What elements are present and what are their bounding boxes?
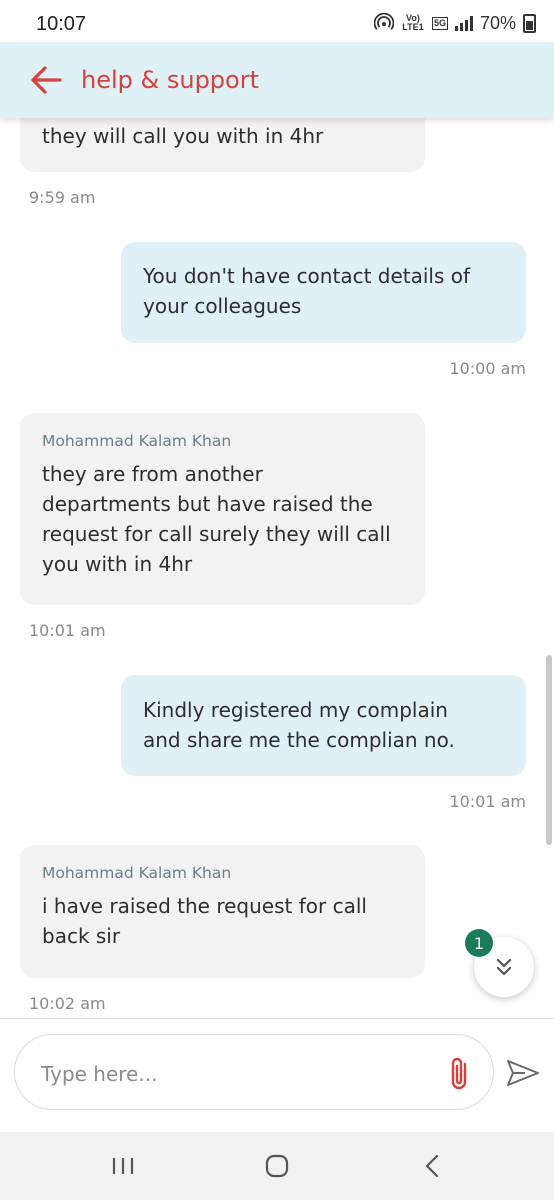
- message-text-line: departments but have raised the: [42, 492, 373, 516]
- outgoing-message: Kindly registered my complain and share …: [121, 675, 526, 776]
- paperclip-icon[interactable]: [445, 1055, 475, 1093]
- unread-badge: 1: [465, 929, 493, 957]
- hotspot-icon: [373, 13, 394, 30]
- message-time: 10:01 am: [449, 792, 526, 811]
- message-text: they will call you with in 4hr: [42, 124, 324, 148]
- battery-percent: 70%: [479, 12, 516, 33]
- message-time: 10:00 am: [449, 359, 526, 378]
- message-input[interactable]: [39, 1055, 423, 1093]
- chat-scrollbar[interactable]: [546, 655, 552, 845]
- message-input-box[interactable]: [14, 1034, 494, 1110]
- arrow-left-icon[interactable]: [28, 64, 64, 96]
- chat-thread[interactable]: they will call you with in 4hr 9:59 am Y…: [0, 118, 554, 1018]
- outgoing-message: You don't have contact details of your c…: [121, 242, 526, 343]
- message-text-line: request for call surely they will call: [42, 522, 391, 546]
- sender-name: Mohammad Kalam Khan: [42, 432, 232, 450]
- message-text-line: your colleagues: [143, 294, 302, 318]
- status-icons: Vo) LTE1 5G 70%: [373, 12, 536, 34]
- message-time: 9:59 am: [29, 188, 96, 207]
- sender-name: Mohammad Kalam Khan: [42, 864, 232, 882]
- home-icon[interactable]: [257, 1150, 297, 1182]
- back-chevron-icon[interactable]: [413, 1150, 453, 1182]
- message-time: 10:02 am: [29, 994, 106, 1013]
- battery-icon: [523, 13, 536, 33]
- signal-icon: [454, 15, 473, 31]
- page-title: help & support: [81, 66, 259, 94]
- message-text-line: Kindly registered my complain: [143, 698, 448, 722]
- message-time: 10:01 am: [29, 621, 106, 640]
- message-text-line: they are from another: [42, 462, 263, 486]
- double-chevron-down-icon: [496, 958, 512, 976]
- 5g-indicator: 5G: [431, 16, 448, 30]
- message-text-line: You don't have contact details of: [143, 264, 471, 288]
- incoming-message: Mohammad Kalam Khan they are from anothe…: [20, 413, 425, 605]
- message-text-line: i have raised the request for call: [42, 894, 367, 918]
- incoming-message: they will call you with in 4hr: [20, 118, 425, 172]
- message-text-line: you with in 4hr: [42, 552, 193, 576]
- recents-icon[interactable]: [103, 1150, 143, 1182]
- volte-indicator: Vo) LTE1: [402, 13, 424, 32]
- app-header: help & support: [0, 42, 554, 118]
- send-icon[interactable]: [505, 1057, 541, 1089]
- incoming-message: Mohammad Kalam Khan i have raised the re…: [20, 845, 425, 978]
- message-text-line: back sir: [42, 924, 121, 948]
- message-text-line: and share me the complian no.: [143, 728, 455, 752]
- status-time: 10:07: [36, 13, 87, 35]
- message-composer: [0, 1018, 554, 1129]
- system-nav-bar: [0, 1132, 554, 1200]
- status-bar: 10:07 Vo) LTE1 5G 70%: [0, 0, 554, 42]
